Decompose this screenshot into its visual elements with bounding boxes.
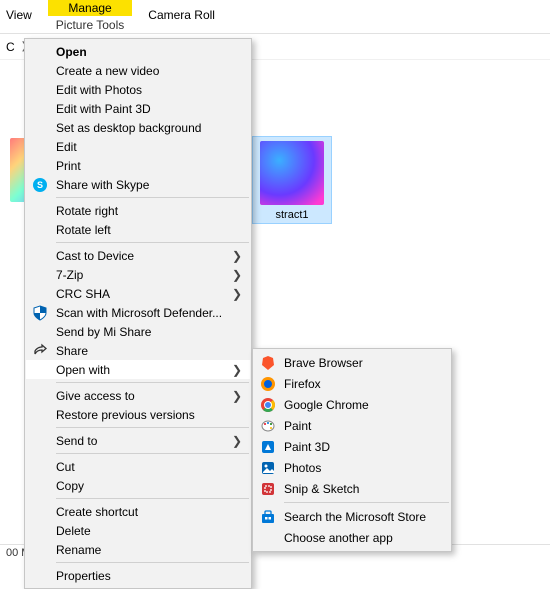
- menu-separator: [56, 562, 249, 563]
- menu-open-with[interactable]: Open with❯: [26, 360, 250, 379]
- submenu-chrome[interactable]: Google Chrome: [254, 394, 450, 415]
- menu-edit-photos[interactable]: Edit with Photos: [26, 80, 250, 99]
- menu-separator: [56, 197, 249, 198]
- menu-separator: [284, 502, 449, 503]
- menu-open[interactable]: Open: [26, 42, 250, 61]
- tab-picture-tools[interactable]: Picture Tools: [48, 16, 132, 34]
- svg-text:S: S: [37, 180, 43, 190]
- chevron-right-icon: ❯: [232, 434, 242, 448]
- submenu-paint[interactable]: Paint: [254, 415, 450, 436]
- menu-give-access[interactable]: Give access to❯: [26, 386, 250, 405]
- snip-icon: [260, 481, 276, 497]
- menu-create-video[interactable]: Create a new video: [26, 61, 250, 80]
- menu-separator: [56, 427, 249, 428]
- menu-share-skype[interactable]: S Share with Skype: [26, 175, 250, 194]
- menu-share[interactable]: Share: [26, 341, 250, 360]
- menu-cast[interactable]: Cast to Device❯: [26, 246, 250, 265]
- tool-tab-group: Manage Picture Tools: [48, 0, 132, 34]
- submenu-search-store[interactable]: Search the Microsoft Store: [254, 506, 450, 527]
- chevron-right-icon: ❯: [232, 389, 242, 403]
- chevron-right-icon: ❯: [232, 268, 242, 282]
- window-title: Camera Roll: [132, 0, 215, 22]
- submenu-open-with: Brave Browser Firefox Google Chrome Pain…: [252, 348, 452, 552]
- paint-icon: [260, 418, 276, 434]
- menu-create-shortcut[interactable]: Create shortcut: [26, 502, 250, 521]
- menu-7zip[interactable]: 7-Zip❯: [26, 265, 250, 284]
- store-icon: [260, 509, 276, 525]
- submenu-firefox[interactable]: Firefox: [254, 373, 450, 394]
- chevron-right-icon: ❯: [232, 363, 242, 377]
- tab-manage[interactable]: Manage: [48, 0, 132, 16]
- submenu-snip[interactable]: Snip & Sketch: [254, 478, 450, 499]
- menu-delete[interactable]: Delete: [26, 521, 250, 540]
- menu-separator: [56, 242, 249, 243]
- menu-mi-share[interactable]: Send by Mi Share: [26, 322, 250, 341]
- menu-crc-sha[interactable]: CRC SHA❯: [26, 284, 250, 303]
- menu-edit-paint3d[interactable]: Edit with Paint 3D: [26, 99, 250, 118]
- menu-edit[interactable]: Edit: [26, 137, 250, 156]
- tab-view[interactable]: View: [0, 0, 42, 22]
- breadcrumb-segment[interactable]: C: [6, 40, 15, 54]
- menu-send-to[interactable]: Send to❯: [26, 431, 250, 450]
- firefox-icon: [260, 376, 276, 392]
- chrome-icon: [260, 397, 276, 413]
- submenu-paint3d[interactable]: Paint 3D: [254, 436, 450, 457]
- menu-separator: [56, 453, 249, 454]
- menu-rotate-left[interactable]: Rotate left: [26, 220, 250, 239]
- submenu-photos[interactable]: Photos: [254, 457, 450, 478]
- file-label: stract1: [255, 209, 329, 221]
- photos-icon: [260, 460, 276, 476]
- submenu-brave[interactable]: Brave Browser: [254, 352, 450, 373]
- menu-cut[interactable]: Cut: [26, 457, 250, 476]
- menu-separator: [56, 498, 249, 499]
- context-menu: Open Create a new video Edit with Photos…: [24, 38, 252, 589]
- menu-defender[interactable]: Scan with Microsoft Defender...: [26, 303, 250, 322]
- menu-separator: [56, 382, 249, 383]
- menu-restore-prev[interactable]: Restore previous versions: [26, 405, 250, 424]
- submenu-choose-another[interactable]: Choose another app: [254, 527, 450, 548]
- menu-properties[interactable]: Properties: [26, 566, 250, 585]
- ribbon: View Manage Picture Tools Camera Roll: [0, 0, 550, 34]
- share-icon: [32, 343, 48, 359]
- chevron-right-icon: ❯: [232, 287, 242, 301]
- thumbnail-image: [260, 141, 324, 205]
- menu-rename[interactable]: Rename: [26, 540, 250, 559]
- shield-icon: [32, 305, 48, 321]
- menu-print[interactable]: Print: [26, 156, 250, 175]
- chevron-right-icon: ❯: [232, 249, 242, 263]
- menu-set-desktop-bg[interactable]: Set as desktop background: [26, 118, 250, 137]
- menu-rotate-right[interactable]: Rotate right: [26, 201, 250, 220]
- file-item-selected[interactable]: stract1: [252, 136, 332, 224]
- skype-icon: S: [32, 177, 48, 193]
- paint3d-icon: [260, 439, 276, 455]
- menu-copy[interactable]: Copy: [26, 476, 250, 495]
- brave-icon: [260, 355, 276, 371]
